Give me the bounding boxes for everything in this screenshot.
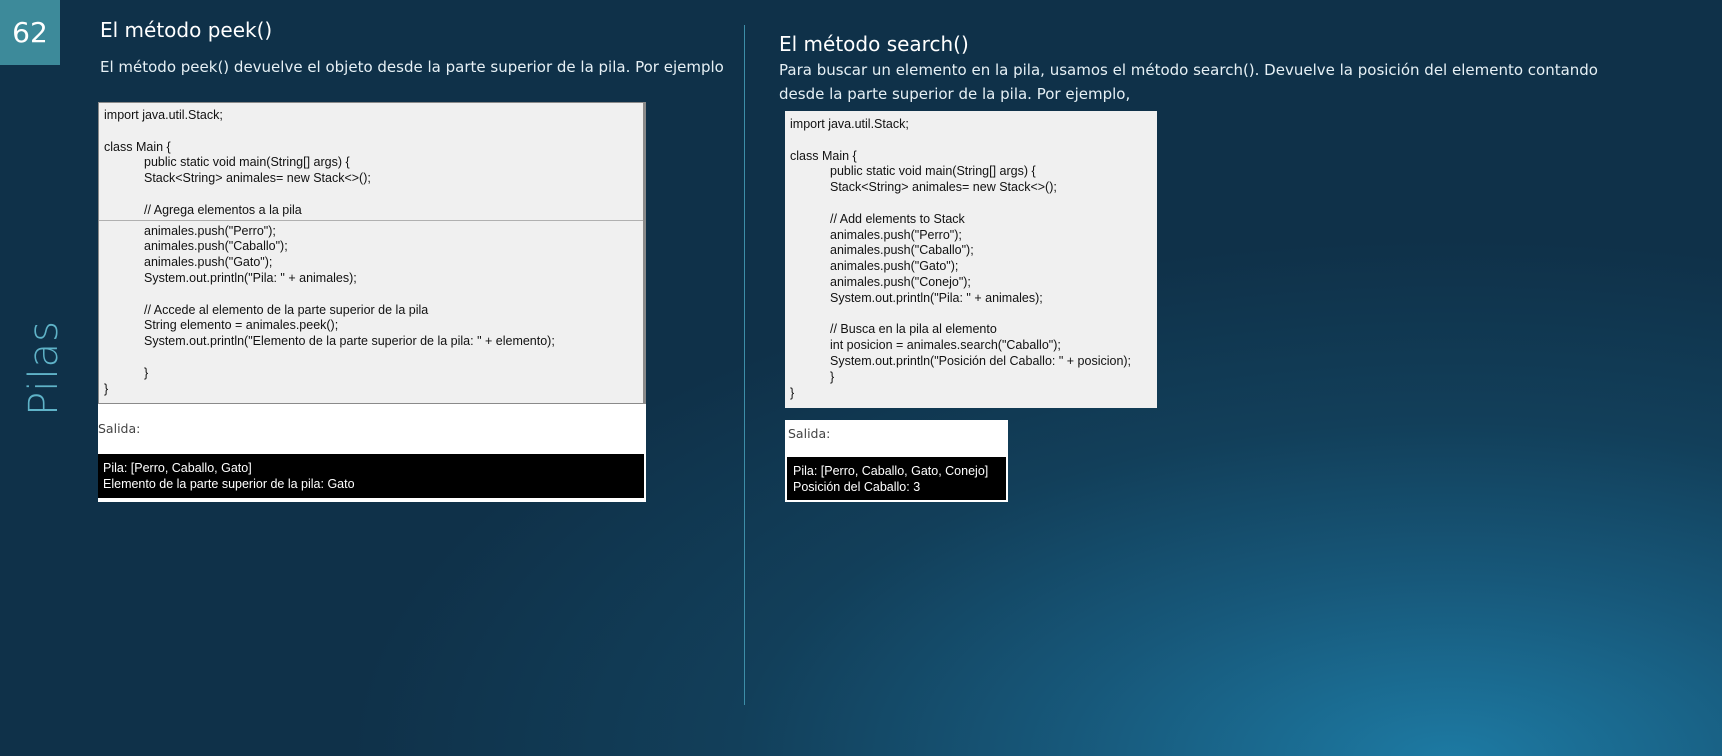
code-line: System.out.println("Posición del Caballo… <box>830 353 1132 368</box>
code-line: String elemento = animales.peek(); <box>144 318 339 333</box>
right-heading: El método search() <box>779 32 969 56</box>
code-line: class Main { <box>790 148 857 163</box>
section-title: Pilas <box>21 320 67 416</box>
code-separator <box>99 220 643 221</box>
code-line: } <box>830 369 835 384</box>
code-line: int posicion = animales.search("Caballo"… <box>830 338 1061 353</box>
code-line: System.out.println("Elemento de la parte… <box>144 334 555 349</box>
code-line: animales.push("Gato"); <box>830 259 959 274</box>
right-code-block: import java.util.Stack; class Main { pub… <box>785 111 1157 408</box>
code-line: animales.push("Conejo"); <box>830 274 971 289</box>
console-line: Pila: [Perro, Caballo, Gato, Conejo] <box>793 464 989 478</box>
left-description-line: El método peek() devuelve el objeto desd… <box>100 58 724 76</box>
right-description-line: Para buscar un elemento en la pila, usam… <box>779 61 1598 79</box>
code-line: Stack<String> animales= new Stack<>(); <box>830 180 1057 195</box>
code-line: // Add elements to Stack <box>830 211 965 226</box>
code-line: Stack<String> animales= new Stack<>(); <box>144 171 371 186</box>
code-line: animales.push("Caballo"); <box>830 243 974 258</box>
code-line: import java.util.Stack; <box>104 108 223 122</box>
slide-number: 62 <box>0 0 60 65</box>
code-line: import java.util.Stack; <box>790 117 909 131</box>
code-line: System.out.println("Pila: " + animales); <box>144 270 357 285</box>
code-line: public static void main(String[] args) { <box>144 155 350 170</box>
right-description: Para buscar un elemento en la pila, usam… <box>779 58 1598 106</box>
code-line: // Agrega elementos a la pila <box>144 202 302 217</box>
console-line: Pila: [Perro, Caballo, Gato] <box>103 461 252 475</box>
code-line: } <box>144 365 149 380</box>
code-line: class Main { <box>104 139 171 154</box>
left-code-block: import java.util.Stack; class Main { pub… <box>98 102 646 404</box>
console-line: Elemento de la parte superior de la pila… <box>103 477 355 491</box>
code-line: animales.push("Perro"); <box>144 223 276 238</box>
output-label: Salida: <box>788 426 831 441</box>
left-output-panel: Salida: Pila: [Perro, Caballo, Gato] Ele… <box>98 404 646 502</box>
code-line: animales.push("Perro"); <box>830 227 962 242</box>
code-line: } <box>790 385 795 400</box>
right-console-output: Pila: [Perro, Caballo, Gato, Conejo] Pos… <box>787 457 1006 500</box>
console-line: Posición del Caballo: 3 <box>793 480 921 494</box>
code-line: // Accede al elemento de la parte superi… <box>144 302 429 317</box>
right-description-line: desde la parte superior de la pila. Por … <box>779 85 1131 103</box>
column-divider <box>744 25 745 705</box>
left-console-output: Pila: [Perro, Caballo, Gato] Elemento de… <box>98 454 644 498</box>
output-label: Salida: <box>98 421 141 436</box>
code-line: System.out.println("Pila: " + animales); <box>830 290 1043 305</box>
code-line: animales.push("Caballo"); <box>144 239 288 254</box>
left-description: El método peek() devuelve el objeto desd… <box>100 55 724 79</box>
code-line: } <box>104 381 109 396</box>
code-line: animales.push("Gato"); <box>144 255 273 270</box>
code-line: public static void main(String[] args) { <box>830 164 1036 179</box>
code-line: // Busca en la pila al elemento <box>830 322 997 337</box>
right-output-panel: Salida: Pila: [Perro, Caballo, Gato, Con… <box>785 420 1008 502</box>
left-heading: El método peek() <box>100 18 273 42</box>
